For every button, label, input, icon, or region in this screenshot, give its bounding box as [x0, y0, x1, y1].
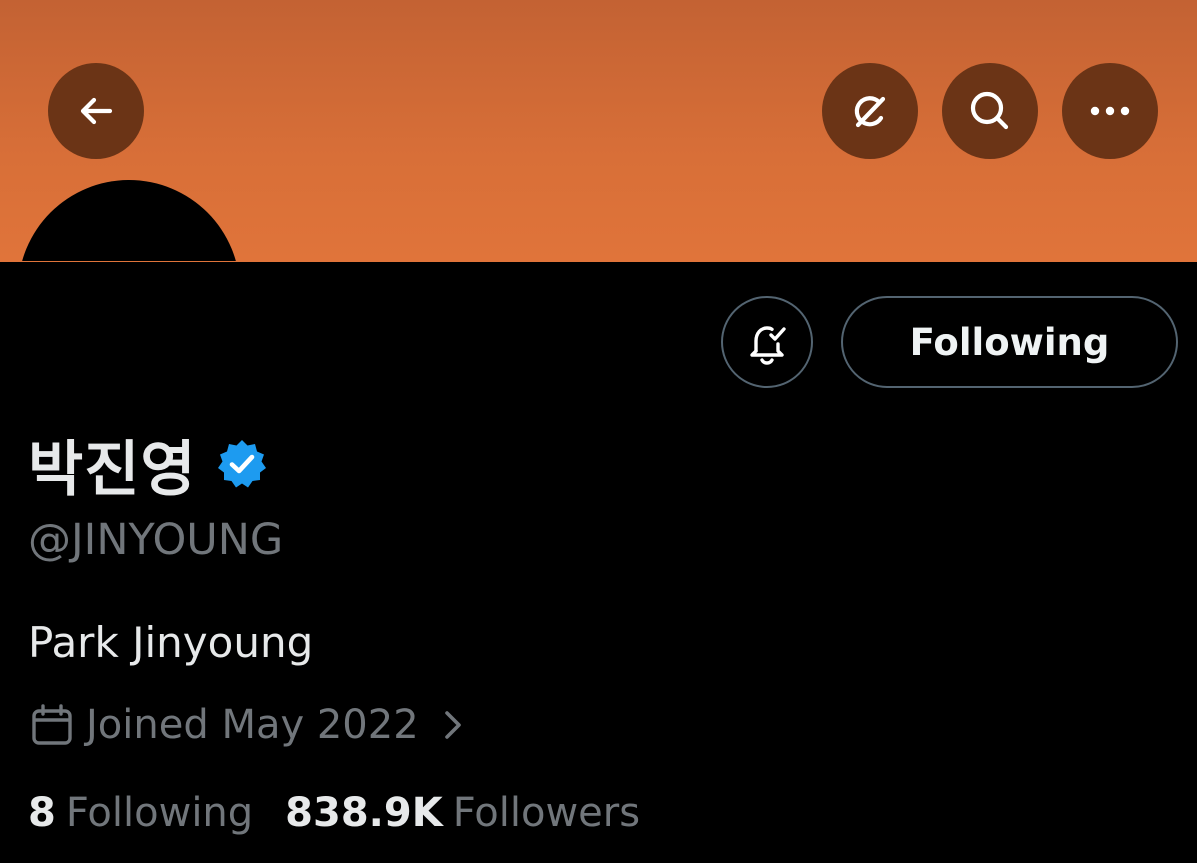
arrow-left-icon [76, 91, 116, 131]
verified-badge-icon[interactable] [215, 437, 269, 491]
profile-bio: Park Jinyoung [28, 618, 314, 667]
following-stat[interactable]: 8 Following [28, 790, 253, 836]
following-button[interactable]: Following [841, 296, 1178, 388]
grok-button[interactable] [822, 63, 918, 159]
following-count: 8 [28, 790, 56, 836]
more-options-button[interactable] [1062, 63, 1158, 159]
chevron-right-icon [437, 708, 467, 742]
followers-stat[interactable]: 838.9K Followers [285, 790, 640, 836]
display-name: 박진영 [28, 434, 197, 505]
search-button[interactable] [942, 63, 1038, 159]
joined-date-row[interactable]: Joined May 2022 [30, 698, 467, 752]
profile-avatar[interactable] [18, 180, 240, 261]
search-icon [966, 87, 1014, 135]
profile-name-row: 박진영 [28, 424, 269, 505]
grok-slash-circle-icon [846, 87, 894, 135]
back-button[interactable] [48, 63, 144, 159]
following-label: Following [65, 790, 254, 836]
bell-check-icon [742, 317, 792, 367]
notifications-button[interactable] [721, 296, 813, 388]
follow-stats: 8 Following 838.9K Followers [28, 786, 640, 840]
followers-count: 838.9K [285, 790, 443, 836]
followers-label: Followers [452, 790, 641, 836]
calendar-icon [30, 703, 74, 747]
more-dots-icon [1088, 105, 1132, 117]
joined-date-text: Joined May 2022 [86, 702, 419, 748]
profile-handle: @JINYOUNG [28, 515, 284, 565]
